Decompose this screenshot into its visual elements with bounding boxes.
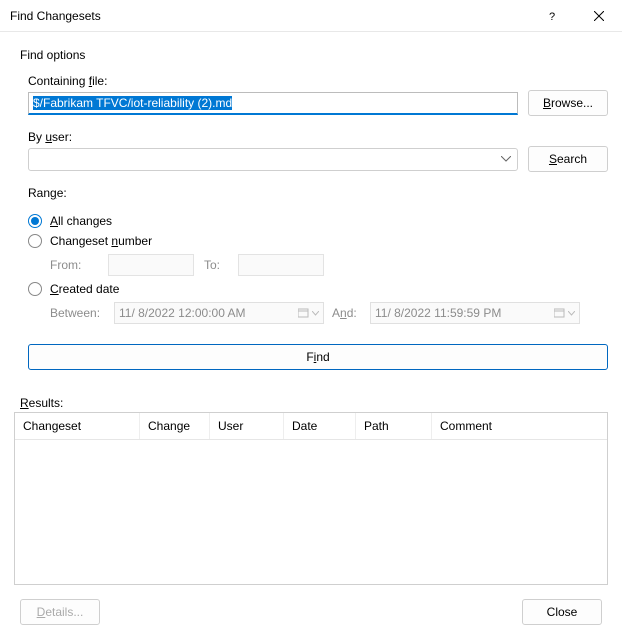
details-button: Details... (20, 599, 100, 625)
search-button[interactable]: Search (528, 146, 608, 172)
dialog-content: Find options Containing file: Browse... … (0, 32, 622, 639)
col-changeset[interactable]: Changeset (15, 413, 140, 439)
results-label: Results: (20, 396, 608, 410)
between-date-input: 11/ 8/2022 12:00:00 AM (114, 302, 324, 324)
chevron-down-icon (495, 156, 517, 162)
col-change[interactable]: Change (140, 413, 210, 439)
browse-button[interactable]: Browse... (528, 90, 608, 116)
find-options-label: Find options (20, 48, 608, 62)
by-user-combobox[interactable] (28, 148, 518, 171)
radio-changeset-number[interactable]: Changeset number (28, 234, 608, 248)
to-input (238, 254, 324, 276)
svg-text:?: ? (549, 11, 555, 21)
col-date[interactable]: Date (284, 413, 356, 439)
col-user[interactable]: User (210, 413, 284, 439)
results-list[interactable]: Changeset Change User Date Path Comment (14, 412, 608, 585)
and-label: And: (332, 306, 362, 320)
and-date-input: 11/ 8/2022 11:59:59 PM (370, 302, 580, 324)
from-input (108, 254, 194, 276)
col-comment[interactable]: Comment (432, 413, 607, 439)
find-button[interactable]: Find (28, 344, 608, 370)
radio-icon (28, 214, 42, 228)
radio-all-changes[interactable]: All changes (28, 214, 608, 228)
radio-icon (28, 282, 42, 296)
radio-icon (28, 234, 42, 248)
between-label: Between: (50, 306, 106, 320)
calendar-icon (554, 308, 575, 318)
radio-created-date[interactable]: Created date (28, 282, 608, 296)
to-label: To: (204, 258, 228, 272)
close-window-button[interactable] (576, 0, 622, 32)
from-label: From: (50, 258, 98, 272)
by-user-label: By user: (28, 130, 608, 144)
close-button[interactable]: Close (522, 599, 602, 625)
containing-file-label: Containing file: (28, 74, 608, 88)
col-path[interactable]: Path (356, 413, 432, 439)
calendar-icon (298, 308, 319, 318)
title-bar: Find Changesets ? (0, 0, 622, 32)
window-title: Find Changesets (10, 9, 530, 23)
range-label: Range: (28, 186, 608, 200)
results-header: Changeset Change User Date Path Comment (15, 413, 607, 440)
help-button[interactable]: ? (530, 0, 576, 32)
containing-file-input[interactable] (28, 92, 518, 115)
